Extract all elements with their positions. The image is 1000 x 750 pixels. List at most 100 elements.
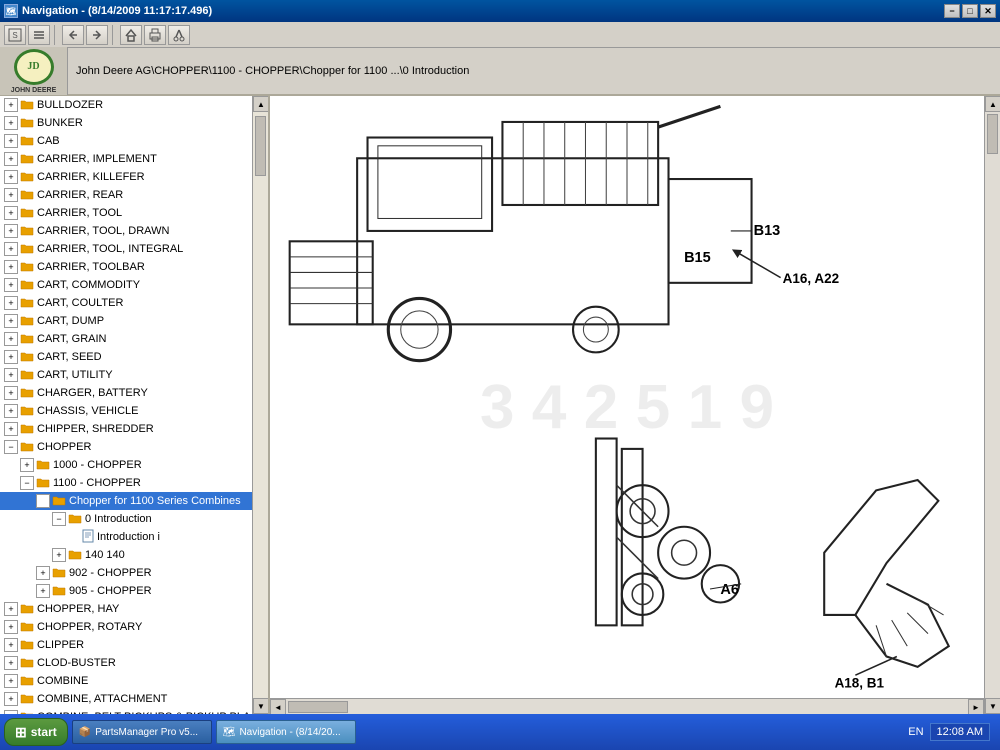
tree-item-intro-0[interactable]: −0 Introduction: [0, 510, 252, 528]
tree-item-carrier-tool-integral[interactable]: +CARRIER, TOOL, INTEGRAL: [0, 240, 252, 258]
tree-expander-intro-0[interactable]: −: [52, 512, 66, 526]
tree-expander-carrier-implement[interactable]: +: [4, 152, 18, 166]
tree-item-carrier-tool[interactable]: +CARRIER, TOOL: [0, 204, 252, 222]
tree-item-carrier-implement[interactable]: +CARRIER, IMPLEMENT: [0, 150, 252, 168]
close-button[interactable]: ✕: [980, 4, 996, 18]
taskbar-item-navigation[interactable]: 🗺 Navigation - (8/14/20...: [216, 720, 356, 744]
toolbar-btn-home[interactable]: [120, 25, 142, 45]
tree-item-cart-seed[interactable]: +CART, SEED: [0, 348, 252, 366]
tree-item-chopper-rotary[interactable]: +CHOPPER, ROTARY: [0, 618, 252, 636]
tree-item-chopper-902[interactable]: +902 - CHOPPER: [0, 564, 252, 582]
tree-item-chopper-1100[interactable]: −1100 - CHOPPER: [0, 474, 252, 492]
tree-expander-carrier-rear[interactable]: +: [4, 188, 18, 202]
tree-item-carrier-killefer[interactable]: +CARRIER, KILLEFER: [0, 168, 252, 186]
tree-expander-chopper-rotary[interactable]: +: [4, 620, 18, 634]
tree-item-cart-grain[interactable]: +CART, GRAIN: [0, 330, 252, 348]
toolbar-btn-forward[interactable]: [86, 25, 108, 45]
toolbar-btn-2[interactable]: [28, 25, 50, 45]
tree-icon-bunker: [20, 116, 34, 131]
tree-icon-bulldozer: [20, 98, 34, 113]
toolbar-btn-print[interactable]: [144, 25, 166, 45]
tree-item-carrier-rear[interactable]: +CARRIER, REAR: [0, 186, 252, 204]
maximize-button[interactable]: □: [962, 4, 978, 18]
tree-expander-carrier-tool-integral[interactable]: +: [4, 242, 18, 256]
tree-item-combine-attachment[interactable]: +COMBINE, ATTACHMENT: [0, 690, 252, 708]
tree-item-chipper-shredder[interactable]: +CHIPPER, SHREDDER: [0, 420, 252, 438]
taskbar-item-icon-2: 🗺: [223, 727, 236, 738]
tree-item-cart-dump[interactable]: +CART, DUMP: [0, 312, 252, 330]
tree-icon-cart-coulter: [20, 296, 34, 311]
tree-expander-chopper-905[interactable]: +: [36, 584, 50, 598]
sidebar-scroll-up[interactable]: ▲: [253, 96, 269, 112]
tree-expander-bunker[interactable]: +: [4, 116, 18, 130]
scroll-left-btn[interactable]: ◄: [270, 699, 286, 714]
tree-item-chopper-for-1100[interactable]: −Chopper for 1100 Series Combines: [0, 492, 252, 510]
tree-expander-charger-battery[interactable]: +: [4, 386, 18, 400]
tree-item-bulldozer[interactable]: +BULLDOZER: [0, 96, 252, 114]
tree-item-cab[interactable]: + CAB: [0, 132, 252, 150]
diagram-hscrollbar[interactable]: ◄ ►: [270, 698, 984, 714]
tree-expander-cart-seed[interactable]: +: [4, 350, 18, 364]
tree-label-cab: CAB: [37, 135, 60, 147]
tree-expander-chopper-hay[interactable]: +: [4, 602, 18, 616]
tree-item-chassis-vehicle[interactable]: +CHASSIS, VEHICLE: [0, 402, 252, 420]
minimize-button[interactable]: −: [944, 4, 960, 18]
language-indicator: EN: [908, 726, 923, 738]
tree-item-chopper[interactable]: −CHOPPER: [0, 438, 252, 456]
tree-expander-chopper-for-1100[interactable]: −: [36, 494, 50, 508]
tree-expander-cart-dump[interactable]: +: [4, 314, 18, 328]
tree-expander-cart-commodity[interactable]: +: [4, 278, 18, 292]
tree-expander-carrier-tool[interactable]: +: [4, 206, 18, 220]
tree-expander-chipper-shredder[interactable]: +: [4, 422, 18, 436]
tree-expander-chopper-1000[interactable]: +: [20, 458, 34, 472]
tree-expander-chopper-1100[interactable]: −: [20, 476, 34, 490]
tree-expander-combine-belt-pickups[interactable]: +: [4, 710, 18, 714]
sidebar-vscrollbar[interactable]: ▲ ▼: [252, 96, 268, 714]
tree-item-cart-utility[interactable]: +CART, UTILITY: [0, 366, 252, 384]
sidebar-scroll-down[interactable]: ▼: [253, 698, 269, 714]
tree-expander-item-140[interactable]: +: [52, 548, 66, 562]
tree-expander-carrier-killefer[interactable]: +: [4, 170, 18, 184]
tree-icon-carrier-tool-integral: [20, 242, 34, 257]
tree-item-clod-buster[interactable]: +CLOD-BUSTER: [0, 654, 252, 672]
toolbar-btn-back[interactable]: [62, 25, 84, 45]
scroll-right-btn[interactable]: ►: [968, 699, 984, 714]
diagram-vscrollbar[interactable]: ▲ ▼: [984, 96, 1000, 714]
tree-item-chopper-1000[interactable]: +1000 - CHOPPER: [0, 456, 252, 474]
tree-item-charger-battery[interactable]: +CHARGER, BATTERY: [0, 384, 252, 402]
tree-item-carrier-tool-drawn[interactable]: +CARRIER, TOOL, DRAWN: [0, 222, 252, 240]
tree-expander-carrier-tool-drawn[interactable]: +: [4, 224, 18, 238]
tree-item-clipper[interactable]: +CLIPPER: [0, 636, 252, 654]
tree-expander-bulldozer[interactable]: +: [4, 98, 18, 112]
tree-expander-combine[interactable]: +: [4, 674, 18, 688]
tree-item-bunker[interactable]: +BUNKER: [0, 114, 252, 132]
tree-expander-combine-attachment[interactable]: +: [4, 692, 18, 706]
scroll-up-btn[interactable]: ▲: [985, 96, 1000, 112]
tree-item-intro-i[interactable]: Introduction i: [0, 528, 252, 546]
scroll-down-btn[interactable]: ▼: [985, 698, 1000, 714]
tree-expander-cab[interactable]: +: [4, 134, 18, 148]
tree-expander-cart-grain[interactable]: +: [4, 332, 18, 346]
time-display: 12:08 AM: [937, 726, 983, 738]
tree-item-chopper-905[interactable]: +905 - CHOPPER: [0, 582, 252, 600]
tree-item-cart-commodity[interactable]: +CART, COMMODITY: [0, 276, 252, 294]
tree-item-cart-coulter[interactable]: +CART, COULTER: [0, 294, 252, 312]
tree-expander-cart-utility[interactable]: +: [4, 368, 18, 382]
tree-label-combine-belt-pickups: COMBINE, BELT PICKUPS & PICKUP PLA: [37, 711, 250, 714]
taskbar-item-partsmanager[interactable]: 📦 PartsManager Pro v5...: [72, 720, 212, 744]
tree-item-combine-belt-pickups[interactable]: + COMBINE, BELT PICKUPS & PICKUP PLA: [0, 708, 252, 714]
toolbar-btn-cut[interactable]: [168, 25, 190, 45]
tree-item-combine[interactable]: +COMBINE: [0, 672, 252, 690]
tree-expander-clipper[interactable]: +: [4, 638, 18, 652]
tree-item-carrier-toolbar[interactable]: +CARRIER, TOOLBAR: [0, 258, 252, 276]
toolbar-btn-1[interactable]: S: [4, 25, 26, 45]
tree-item-chopper-hay[interactable]: +CHOPPER, HAY: [0, 600, 252, 618]
tree-expander-carrier-toolbar[interactable]: +: [4, 260, 18, 274]
tree-item-item-140[interactable]: +140 140: [0, 546, 252, 564]
tree-expander-chopper-902[interactable]: +: [36, 566, 50, 580]
tree-expander-cart-coulter[interactable]: +: [4, 296, 18, 310]
start-button[interactable]: ⊞ start: [4, 718, 68, 746]
tree-expander-clod-buster[interactable]: +: [4, 656, 18, 670]
tree-expander-chassis-vehicle[interactable]: +: [4, 404, 18, 418]
tree-expander-chopper[interactable]: −: [4, 440, 18, 454]
